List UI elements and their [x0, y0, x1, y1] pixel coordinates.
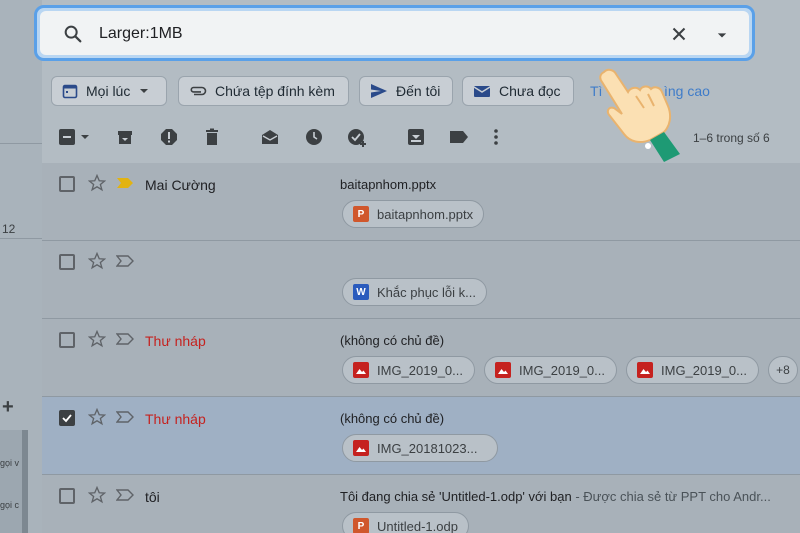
star-icon[interactable] [87, 251, 107, 275]
powerpoint-file-icon: P [353, 206, 369, 222]
search-icon[interactable] [62, 23, 84, 50]
attachment-name: IMG_2019_0... [661, 362, 747, 378]
email-subject: Tôi đang chia sẻ 'Untitled-1.odp' với bạ… [340, 489, 771, 504]
email-row[interactable]: Mai Cường baitapnhom.pptx P baitapnhom.p… [42, 163, 800, 241]
chevron-down-icon [140, 89, 149, 93]
email-subject: (không có chủ đề) [340, 411, 445, 426]
important-marker-icon[interactable] [115, 488, 134, 507]
attachment-chip[interactable]: IMG_2019_0... [484, 356, 617, 384]
rail-divider [0, 143, 42, 144]
filter-any-time-chip[interactable]: Mọi lúc [51, 76, 167, 106]
search-bar: Larger:1MB [34, 5, 755, 61]
pointing-hand-icon [599, 68, 680, 162]
left-rail: 12 + gọi v gọi c [0, 0, 42, 533]
email-sender: Thư nháp [145, 333, 206, 349]
filter-unread-chip[interactable]: Chưa đọc [462, 76, 574, 106]
row-checkbox[interactable] [59, 488, 75, 504]
rail-divider [0, 238, 42, 239]
filter-has-attachment-label: Chứa tệp đính kèm [215, 83, 335, 99]
attachment-chip[interactable]: P Untitled-1.odp [342, 512, 469, 533]
image-file-icon [495, 362, 511, 378]
chevron-down-icon[interactable] [712, 25, 732, 50]
attachment-name: baitapnhom.pptx [377, 206, 474, 222]
email-sender: Thư nháp [145, 411, 206, 427]
row-checkbox[interactable] [59, 332, 75, 348]
rail-panel: gọi v gọi c [0, 430, 28, 533]
attachment-chip[interactable]: W Khắc phục lỗi k... [342, 278, 487, 306]
send-icon [371, 84, 387, 98]
attachment-name: IMG_2019_0... [377, 362, 463, 378]
image-file-icon [353, 440, 369, 456]
email-row[interactable]: W Khắc phục lỗi k... [42, 241, 800, 319]
pagination-count: 1–6 trong số 6 [693, 131, 770, 145]
row-checkbox[interactable] [59, 254, 75, 270]
star-icon[interactable] [87, 329, 107, 353]
more-vert-icon[interactable] [492, 128, 500, 151]
filter-any-time-label: Mọi lúc [86, 83, 131, 99]
mail-unread-icon [473, 86, 491, 97]
paperclip-icon [190, 86, 207, 96]
attachment-chip[interactable]: IMG_2019_0... [342, 356, 475, 384]
attachment-chip[interactable]: IMG_20181023... [342, 434, 498, 462]
row-checkbox-checked[interactable] [59, 410, 75, 426]
important-marker-icon[interactable] [115, 410, 134, 429]
attachment-chip[interactable]: P baitapnhom.pptx [342, 200, 485, 228]
email-subject-text: Tôi đang chia sẻ 'Untitled-1.odp' với bạ… [340, 489, 572, 504]
email-row[interactable]: Thư nháp (không có chủ đề) IMG_2019_0...… [42, 319, 800, 397]
attachment-name: IMG_2019_0... [519, 362, 605, 378]
rail-snippet: gọi c [0, 500, 20, 510]
add-label-icon[interactable]: + [2, 396, 14, 419]
word-file-icon: W [353, 284, 369, 300]
email-subject-text: baitapnhom.pptx [340, 177, 437, 192]
email-row[interactable]: tôi Tôi đang chia sẻ 'Untitled-1.odp' vớ… [42, 475, 800, 533]
email-subject: (không có chủ đề) [340, 333, 445, 348]
image-file-icon [637, 362, 653, 378]
delete-icon[interactable] [203, 128, 221, 151]
close-icon[interactable] [668, 23, 690, 50]
select-all-checkbox[interactable] [58, 128, 94, 151]
filter-to-me-chip[interactable]: Đến tôi [359, 76, 453, 106]
label-icon[interactable] [449, 128, 469, 151]
more-attachments-badge[interactable]: +8 [768, 356, 798, 384]
important-marker-icon[interactable] [115, 254, 134, 273]
mark-as-read-icon[interactable] [261, 128, 279, 151]
add-to-tasks-icon[interactable] [347, 128, 367, 153]
email-sender: Mai Cường [145, 177, 216, 193]
move-to-icon[interactable] [407, 128, 425, 151]
star-icon[interactable] [87, 485, 107, 509]
attachment-name: IMG_20181023... [377, 440, 478, 456]
archive-icon[interactable] [116, 128, 134, 151]
rail-snippet: gọi v [0, 458, 20, 468]
email-sender: tôi [145, 489, 160, 505]
important-marker-icon[interactable] [115, 332, 134, 351]
powerpoint-file-icon: P [353, 518, 369, 533]
calendar-icon [62, 84, 78, 99]
star-icon[interactable] [87, 407, 107, 431]
report-spam-icon[interactable] [160, 128, 178, 151]
email-row-selected[interactable]: Thư nháp (không có chủ đề) IMG_20181023.… [42, 397, 800, 475]
filter-unread-label: Chưa đọc [499, 83, 561, 99]
rail-count: 12 [2, 222, 16, 236]
search-box[interactable]: Larger:1MB [40, 11, 749, 55]
image-file-icon [353, 362, 369, 378]
filter-to-me-label: Đến tôi [396, 83, 441, 99]
filter-has-attachment-chip[interactable]: Chứa tệp đính kèm [178, 76, 349, 106]
search-input[interactable]: Larger:1MB [99, 25, 183, 43]
snooze-clock-icon[interactable] [305, 128, 323, 151]
row-checkbox[interactable] [59, 176, 75, 192]
email-snippet: - Được chia sẻ từ PPT cho Andr... [571, 489, 771, 504]
attachment-name: Untitled-1.odp [377, 518, 458, 533]
email-subject: baitapnhom.pptx [340, 177, 436, 192]
star-icon[interactable] [87, 173, 107, 197]
attachment-name: Khắc phục lỗi k... [377, 284, 476, 300]
important-marker-icon[interactable] [116, 176, 134, 195]
attachment-chip[interactable]: IMG_2019_0... [626, 356, 759, 384]
